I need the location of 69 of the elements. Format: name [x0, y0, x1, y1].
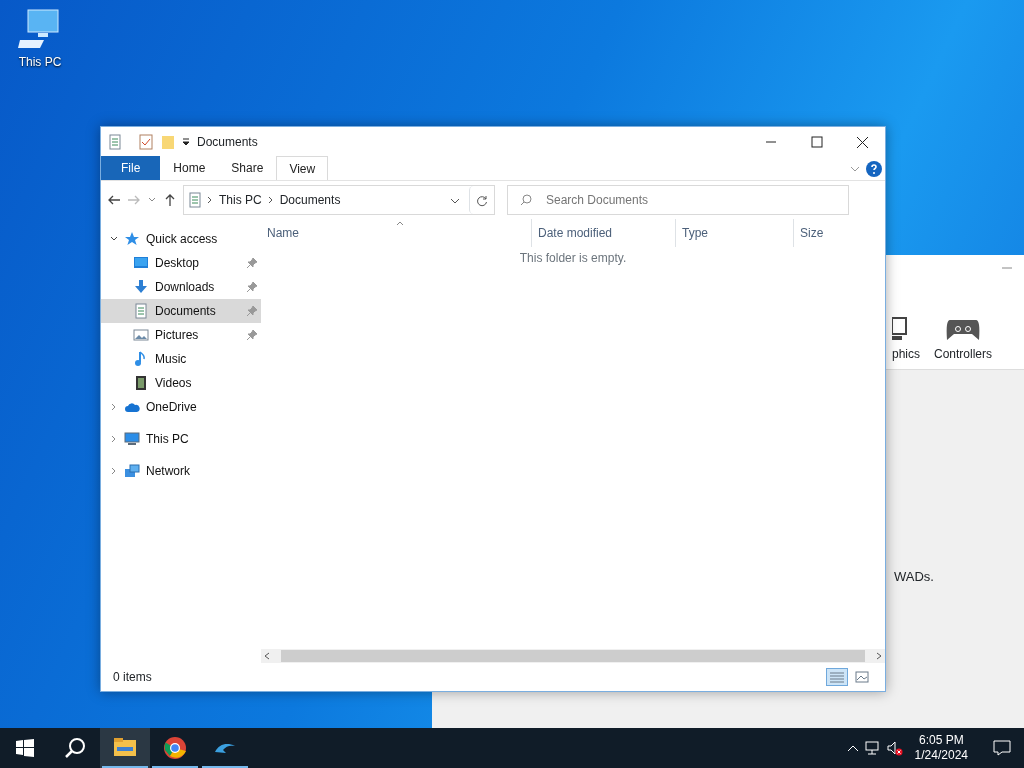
monitor-icon [124, 431, 140, 447]
column-header[interactable]: Size [793, 219, 873, 247]
monitor-icon [892, 316, 908, 342]
nav-item[interactable]: Desktop [101, 251, 261, 275]
clock[interactable]: 6:05 PM 1/24/2024 [914, 733, 968, 763]
file-explorer-button[interactable] [100, 728, 150, 768]
desktop-icon [133, 255, 149, 271]
nav-item[interactable]: Videos [101, 371, 261, 395]
search-box[interactable]: Search Documents [507, 185, 849, 215]
help-icon[interactable] [866, 161, 882, 177]
close-icon[interactable] [855, 135, 869, 149]
speech-bubble-icon [993, 740, 1011, 756]
chevron-up-icon[interactable] [846, 744, 859, 752]
scrollbar-thumb[interactable] [281, 650, 865, 662]
network-icon [124, 463, 140, 479]
icon-label[interactable]: This PC [12, 53, 68, 71]
nav-item[interactable]: OneDrive [101, 395, 261, 419]
column-header[interactable]: Name [261, 219, 531, 247]
ribbon-tab[interactable]: Home [160, 156, 219, 180]
expand-chevron-icon[interactable] [110, 467, 118, 475]
column-header[interactable]: Type [675, 219, 793, 247]
download-icon [133, 279, 149, 295]
search-icon [64, 737, 86, 759]
caret-icon [450, 196, 460, 205]
picture-icon [133, 327, 149, 343]
browser-logo-icon[interactable] [163, 736, 187, 760]
computer-icon [18, 8, 62, 50]
expand-chevron-icon[interactable] [110, 403, 118, 411]
graphics-button[interactable]: phics [892, 316, 920, 363]
body-text: WADs. [894, 568, 934, 586]
search-icon [520, 194, 532, 206]
ribbon-tab[interactable]: View [276, 156, 329, 180]
nav-item[interactable]: This PC [101, 427, 261, 451]
document-icon [107, 134, 123, 150]
maximize-icon[interactable] [809, 135, 823, 149]
network-icon[interactable] [864, 740, 881, 756]
empty-folder-message: This folder is empty. [519, 251, 627, 265]
collapse-chevron-icon[interactable] [110, 235, 118, 243]
breadcrumb[interactable]: This PC [219, 191, 262, 209]
properties-icon [139, 134, 153, 150]
column-header[interactable]: Date modified [531, 219, 675, 247]
volume-muted-icon[interactable] [886, 740, 903, 756]
chevron-icon [207, 196, 213, 204]
up-icon[interactable] [163, 193, 177, 207]
expand-chevron-icon[interactable] [110, 435, 118, 443]
controllers-button[interactable]: Controllers [934, 316, 993, 363]
windows-logo-icon [16, 739, 34, 757]
back-icon[interactable] [107, 193, 121, 207]
file-tab[interactable]: File [101, 156, 161, 180]
star-icon [124, 231, 140, 247]
nav-item[interactable]: Quick access [101, 227, 261, 251]
folder-icon [161, 134, 175, 150]
refresh-icon [476, 194, 488, 207]
nav-item[interactable]: Music [101, 347, 261, 371]
document-icon [187, 192, 201, 208]
chevron-icon [267, 196, 274, 204]
nav-item[interactable]: Pictures [101, 323, 261, 347]
nav-item[interactable]: Network [101, 459, 261, 483]
breadcrumb[interactable]: Documents [279, 191, 341, 209]
dropdown-icon [181, 137, 191, 147]
ribbon-tab[interactable]: Share [218, 156, 277, 180]
status-text: 0 items [113, 669, 152, 686]
nav-item[interactable]: Documents [101, 299, 261, 323]
search-field[interactable]: Search Documents [544, 190, 836, 210]
document-icon [133, 303, 149, 319]
film-icon [133, 375, 149, 391]
window-title: Documents [197, 134, 258, 151]
nav-item[interactable]: Downloads [101, 275, 261, 299]
expand-ribbon-icon[interactable] [850, 165, 860, 173]
